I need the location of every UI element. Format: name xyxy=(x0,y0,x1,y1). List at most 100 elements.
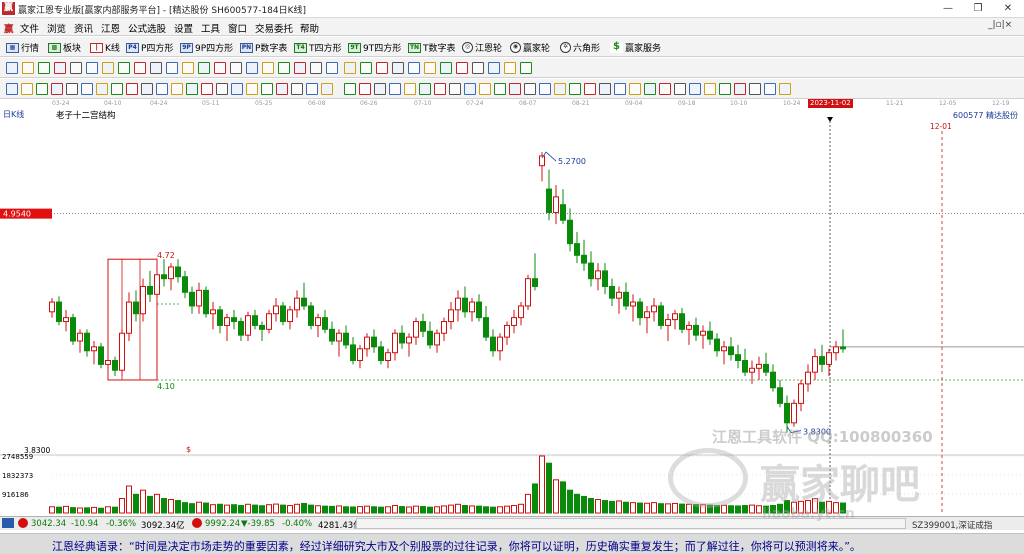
mdi-controls[interactable]: _|▫|× xyxy=(988,20,1012,30)
analysis-tool-icon[interactable] xyxy=(704,83,716,95)
analysis-tool-icon[interactable] xyxy=(306,83,318,95)
analysis-tool-icon[interactable] xyxy=(389,83,401,95)
analysis-tool-icon[interactable] xyxy=(734,83,746,95)
drawing-tool-icon[interactable] xyxy=(440,62,452,74)
analysis-tool-icon[interactable] xyxy=(359,83,371,95)
analysis-tool-icon[interactable] xyxy=(6,83,18,95)
analysis-tool-icon[interactable] xyxy=(629,83,641,95)
menu-window[interactable]: 窗口 xyxy=(228,21,247,35)
menu-browse[interactable]: 浏览 xyxy=(47,21,66,35)
menu-gann[interactable]: 江恩 xyxy=(101,21,120,35)
analysis-tool-icon[interactable] xyxy=(216,83,228,95)
drawing-tool-icon[interactable] xyxy=(230,62,242,74)
drawing-tool-icon[interactable] xyxy=(408,62,420,74)
analysis-tool-icon[interactable] xyxy=(246,83,258,95)
analysis-tool-icon[interactable] xyxy=(81,83,93,95)
analysis-tool-icon[interactable] xyxy=(599,83,611,95)
analysis-tool-icon[interactable] xyxy=(779,83,791,95)
analysis-tool-icon[interactable] xyxy=(186,83,198,95)
tool-kline-button[interactable]: ┃ K线 xyxy=(90,41,120,54)
analysis-tool-icon[interactable] xyxy=(51,83,63,95)
analysis-tool-icon[interactable] xyxy=(126,83,138,95)
drawing-tool-icon[interactable] xyxy=(214,62,226,74)
menu-news[interactable]: 资讯 xyxy=(74,21,93,35)
analysis-tool-icon[interactable] xyxy=(261,83,273,95)
analysis-tool-icon[interactable] xyxy=(344,83,356,95)
analysis-tool-icon[interactable] xyxy=(96,83,108,95)
analysis-tool-icon[interactable] xyxy=(479,83,491,95)
menu-formula[interactable]: 公式选股 xyxy=(128,21,166,35)
analysis-tool-icon[interactable] xyxy=(66,83,78,95)
analysis-tool-icon[interactable] xyxy=(231,83,243,95)
analysis-tool-icon[interactable] xyxy=(764,83,776,95)
drawing-tool-icon[interactable] xyxy=(376,62,388,74)
analysis-tool-icon[interactable] xyxy=(434,83,446,95)
analysis-tool-icon[interactable] xyxy=(419,83,431,95)
drawing-tool-icon[interactable] xyxy=(150,62,162,74)
analysis-tool-icon[interactable] xyxy=(689,83,701,95)
drawing-tool-icon[interactable] xyxy=(456,62,468,74)
analysis-tool-icon[interactable] xyxy=(321,83,333,95)
drawing-tool-icon[interactable] xyxy=(166,62,178,74)
close-button[interactable]: ✕ xyxy=(993,0,1023,18)
drawing-tool-icon[interactable] xyxy=(392,62,404,74)
analysis-tool-icon[interactable] xyxy=(644,83,656,95)
menu-settings[interactable]: 设置 xyxy=(174,21,193,35)
analysis-tool-icon[interactable] xyxy=(464,83,476,95)
analysis-tool-icon[interactable] xyxy=(674,83,686,95)
analysis-tool-icon[interactable] xyxy=(584,83,596,95)
analysis-tool-icon[interactable] xyxy=(719,83,731,95)
analysis-tool-icon[interactable] xyxy=(509,83,521,95)
drawing-tool-icon[interactable] xyxy=(262,62,274,74)
analysis-tool-icon[interactable] xyxy=(554,83,566,95)
analysis-tool-icon[interactable] xyxy=(36,83,48,95)
tool-t-table-button[interactable]: TN T数字表 xyxy=(408,41,456,54)
analysis-tool-icon[interactable] xyxy=(276,83,288,95)
tool-p-square-button[interactable]: P4 P四方形 xyxy=(126,41,173,54)
analysis-tool-icon[interactable] xyxy=(494,83,506,95)
sz-index-label[interactable]: SZ399001,深证成指 xyxy=(912,519,992,531)
drawing-tool-icon[interactable] xyxy=(424,62,436,74)
tool-quotes-button[interactable]: ▦ 行情 xyxy=(6,41,39,54)
drawing-tool-icon[interactable] xyxy=(54,62,66,74)
drawing-tool-icon[interactable] xyxy=(102,62,114,74)
drawing-tool-icon[interactable] xyxy=(134,62,146,74)
drawing-tool-icon[interactable] xyxy=(6,62,18,74)
tool-hexagon-button[interactable]: ✲ 六角形 xyxy=(560,41,600,54)
tool-winner-wheel-button[interactable]: ◉ 赢家轮 xyxy=(510,41,550,54)
maximize-button[interactable]: ❐ xyxy=(963,0,993,18)
drawing-tool-icon[interactable] xyxy=(488,62,500,74)
analysis-tool-icon[interactable] xyxy=(539,83,551,95)
menu-tools[interactable]: 工具 xyxy=(201,21,220,35)
tool-service-button[interactable]: $ 赢家服务 xyxy=(610,41,661,54)
analysis-tool-icon[interactable] xyxy=(569,83,581,95)
drawing-tool-icon[interactable] xyxy=(344,62,356,74)
minimize-button[interactable]: — xyxy=(933,0,963,18)
analysis-tool-icon[interactable] xyxy=(374,83,386,95)
tool-9t-square-button[interactable]: 9T 9T四方形 xyxy=(348,41,401,54)
tool-p-table-button[interactable]: PN P数字表 xyxy=(240,41,287,54)
drawing-tool-icon[interactable] xyxy=(198,62,210,74)
drawing-tool-icon[interactable] xyxy=(278,62,290,74)
tool-t-square-button[interactable]: T4 T四方形 xyxy=(294,41,342,54)
drawing-tool-icon[interactable] xyxy=(70,62,82,74)
analysis-tool-icon[interactable] xyxy=(614,83,626,95)
drawing-tool-icon[interactable] xyxy=(360,62,372,74)
drawing-tool-icon[interactable] xyxy=(246,62,258,74)
analysis-tool-icon[interactable] xyxy=(524,83,536,95)
drawing-tool-icon[interactable] xyxy=(504,62,516,74)
analysis-tool-icon[interactable] xyxy=(449,83,461,95)
drawing-tool-icon[interactable] xyxy=(472,62,484,74)
drawing-tool-icon[interactable] xyxy=(182,62,194,74)
analysis-tool-icon[interactable] xyxy=(404,83,416,95)
drawing-tool-icon[interactable] xyxy=(38,62,50,74)
analysis-tool-icon[interactable] xyxy=(171,83,183,95)
menu-file[interactable]: 文件 xyxy=(20,21,39,35)
menu-help[interactable]: 帮助 xyxy=(300,21,319,35)
drawing-tool-icon[interactable] xyxy=(310,62,322,74)
drawing-tool-icon[interactable] xyxy=(294,62,306,74)
drawing-tool-icon[interactable] xyxy=(118,62,130,74)
analysis-tool-icon[interactable] xyxy=(156,83,168,95)
tool-9p-square-button[interactable]: 9P 9P四方形 xyxy=(180,41,233,54)
analysis-tool-icon[interactable] xyxy=(201,83,213,95)
